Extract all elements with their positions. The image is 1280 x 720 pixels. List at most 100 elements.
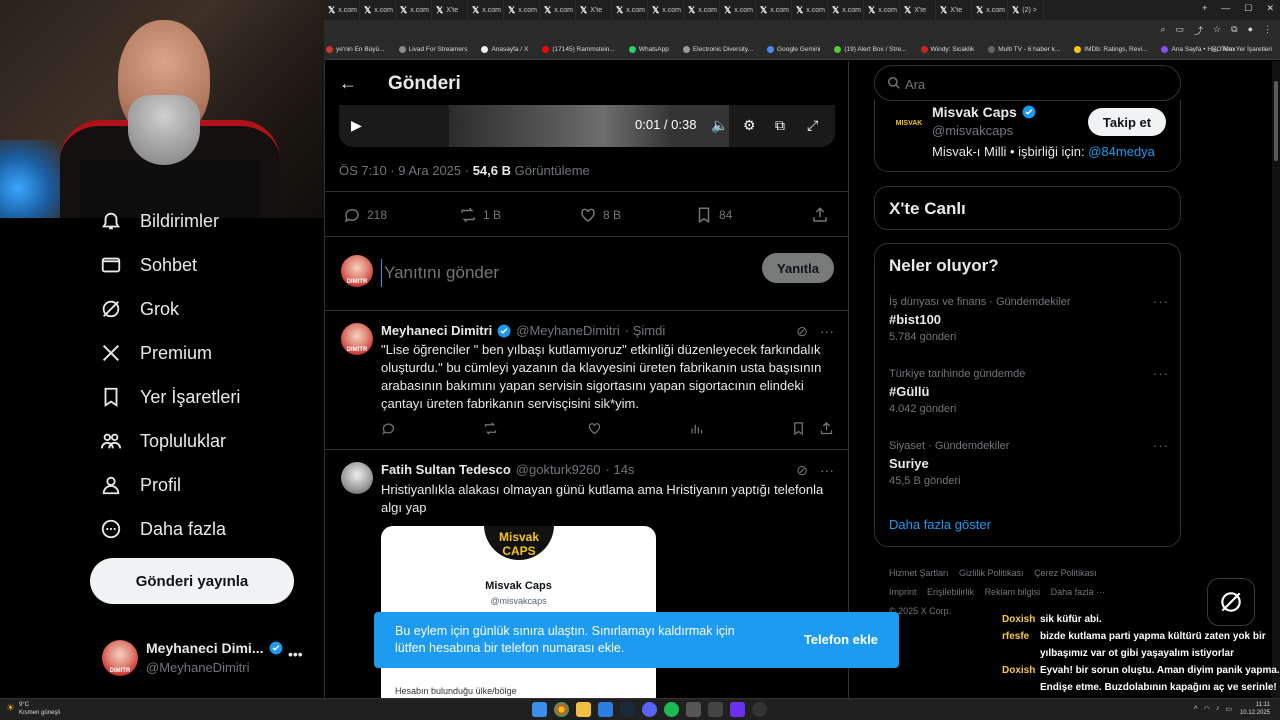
misvak-caps-avatar[interactable]: MISVAK	[891, 108, 927, 138]
back-arrow-icon[interactable]: ←	[339, 73, 357, 94]
chrome-icon[interactable]	[554, 702, 569, 717]
avatar[interactable]: DIMITR	[341, 323, 373, 355]
tweet[interactable]: DIMITR Meyhaneci Dimitri @MeyhaneDimitri…	[325, 311, 848, 450]
app-icon[interactable]	[598, 702, 613, 717]
sidebar-item-grok[interactable]: Grok	[100, 294, 179, 324]
reply-input[interactable]	[381, 259, 741, 287]
scroll-thumb[interactable]	[1274, 81, 1278, 161]
page-scrollbar[interactable]	[1272, 61, 1280, 698]
zoom-icon[interactable]: ⌕	[1160, 24, 1165, 37]
footer-link[interactable]: Reklam bilgisi	[985, 587, 1041, 597]
new-tab-icon[interactable]: +	[1202, 3, 1207, 14]
footer-link[interactable]: Erişilebilirlik	[927, 587, 974, 597]
maximize-icon[interactable]: ☐	[1244, 3, 1252, 14]
grok-icon[interactable]: ⊘	[796, 323, 808, 340]
browser-tab[interactable]: 𝕏x.com	[828, 0, 864, 20]
sidebar-item-more[interactable]: Daha fazla	[100, 514, 226, 544]
reply-icon[interactable]	[381, 421, 396, 441]
tweet-author-name[interactable]: Meyhaneci Dimitri	[381, 323, 492, 338]
browser-tab[interactable]: 𝕏x.com	[360, 0, 396, 20]
footer-link[interactable]: Gizlilik Politikası	[959, 568, 1024, 578]
browser-tab[interactable]: 𝕏x.com	[396, 0, 432, 20]
footer-link[interactable]: Çerez Politikası	[1034, 568, 1097, 578]
bookmark[interactable]: WhatsApp	[628, 46, 669, 53]
sidebar-item-premium[interactable]: Premium	[100, 338, 212, 368]
browser-tab[interactable]: 𝕏x.com	[684, 0, 720, 20]
bookmark-stat[interactable]: 84	[695, 206, 732, 224]
play-icon[interactable]: ▶	[351, 117, 362, 134]
trend-item[interactable]: İş dünyası ve finans · Gündemdekiler #bi…	[889, 294, 1169, 343]
sidebar-item-communities[interactable]: Topluluklar	[100, 426, 226, 456]
footer-link[interactable]: Daha fazla ···	[1051, 587, 1106, 597]
account-more-icon[interactable]: •••	[288, 646, 303, 662]
follow-name-row[interactable]: Misvak Caps	[932, 104, 1036, 120]
settings-gear-icon[interactable]: ⚙	[743, 117, 756, 134]
browser-tab[interactable]: 𝕏x.com	[540, 0, 576, 20]
tweet-author-handle[interactable]: @gokturk9260	[516, 462, 601, 477]
account-switcher[interactable]: DIMITR Meyhaneci Dimi... @MeyhaneDimitri…	[100, 636, 310, 682]
repost-icon[interactable]	[483, 421, 498, 441]
chevron-up-icon[interactable]: ˄	[1194, 705, 1198, 713]
bookmark[interactable]: Livad For Streamers	[398, 46, 467, 53]
bookmark[interactable]: ye'nin En Büyü...	[326, 46, 385, 53]
browser-tab[interactable]: 𝕏x.com	[756, 0, 792, 20]
post-button[interactable]: Gönderi yayınla	[90, 558, 294, 604]
browser-tab[interactable]: 𝕏 X'te	[432, 0, 468, 20]
discord-icon[interactable]	[642, 702, 657, 717]
wifi-icon[interactable]: ◠	[1204, 705, 1210, 713]
steam-icon[interactable]	[620, 702, 635, 717]
avatar[interactable]	[341, 462, 373, 494]
browser-tab[interactable]: 𝕏x.com	[792, 0, 828, 20]
share-icon[interactable]	[819, 421, 834, 441]
tweet-more-icon[interactable]: ···	[820, 462, 834, 479]
sidebar-item-bookmarks[interactable]: Yer İşaretleri	[100, 382, 240, 412]
sidebar-item-notifications[interactable]: Bildirimler	[100, 206, 219, 236]
bookmark[interactable]: Google Gemini	[767, 46, 820, 53]
bio-link[interactable]: @84medya	[1088, 144, 1155, 159]
bookmark[interactable]: Electronic Diversity...	[682, 46, 753, 53]
browser-tab[interactable]: 𝕏x.com	[324, 0, 360, 20]
battery-icon[interactable]: ▭	[1225, 705, 1232, 713]
tweet-author-handle[interactable]: @MeyhaneDimitri	[516, 323, 620, 338]
app-icon[interactable]	[708, 702, 723, 717]
star-icon[interactable]: ☆	[1213, 24, 1221, 37]
minimize-icon[interactable]: —	[1221, 3, 1230, 14]
browser-tab[interactable]: 𝕏x.com	[648, 0, 684, 20]
extensions-icon[interactable]: ⧉	[1231, 24, 1237, 37]
reply-button[interactable]: Yanıtla	[762, 253, 834, 283]
sidebar-item-chat[interactable]: Sohbet	[100, 250, 197, 280]
browser-tab[interactable]: 𝕏x.com	[612, 0, 648, 20]
share-icon[interactable]: ⤴	[1194, 24, 1203, 37]
trend-item[interactable]: Siyaset · Gündemdekiler Suriye 45,5 B gö…	[889, 438, 1169, 487]
tweet-time[interactable]: · 14s	[606, 462, 635, 477]
bookmark[interactable]: Anasayfa / X	[481, 46, 528, 53]
bookmark[interactable]: Multi TV - 6 haber k...	[988, 46, 1060, 53]
bookmark[interactable]: (19) Alert Box / Stre...	[834, 46, 907, 53]
bookmark[interactable]: (17145) Rammstein...	[542, 46, 615, 53]
show-more-link[interactable]: Daha fazla göster	[889, 517, 991, 532]
search-input[interactable]	[905, 74, 1165, 94]
volume-icon[interactable]: 🔈	[711, 117, 728, 134]
tweet-time[interactable]: · Şimdi	[625, 323, 665, 338]
spotify-icon[interactable]	[664, 702, 679, 717]
browser-tab[interactable]: 𝕏x.com	[972, 0, 1008, 20]
trend-item[interactable]: Türkiye tarihinde gündemde #Güllü 4.042 …	[889, 366, 1169, 415]
trend-more-icon[interactable]: ···	[1153, 438, 1169, 453]
browser-tab[interactable]: 𝕏x.com	[864, 0, 900, 20]
taskbar-clock[interactable]: 11:11 10.12.2025	[1240, 701, 1270, 717]
browser-tab[interactable]: 𝕏 X'te	[576, 0, 612, 20]
browser-tab[interactable]: 𝕏x.com	[468, 0, 504, 20]
volume-icon[interactable]: ♪	[1216, 705, 1220, 713]
sidebar-item-profile[interactable]: Profil	[100, 470, 181, 500]
tweet-more-icon[interactable]: ···	[820, 323, 834, 340]
picture-in-picture-icon[interactable]: ⧉	[775, 117, 785, 134]
trend-more-icon[interactable]: ···	[1153, 294, 1169, 309]
add-phone-button[interactable]: Telefon ekle	[804, 632, 878, 647]
bookmark-icon[interactable]	[791, 421, 806, 441]
weather-widget[interactable]: ☀ 9°C Kısmen güneşli	[6, 701, 60, 717]
folder-icon[interactable]	[576, 702, 591, 717]
reply-stat[interactable]: 218	[343, 206, 387, 224]
tweet-author-name[interactable]: Fatih Sultan Tedesco	[381, 462, 511, 477]
trend-more-icon[interactable]: ···	[1153, 366, 1169, 381]
follow-button[interactable]: Takip et	[1088, 108, 1166, 136]
